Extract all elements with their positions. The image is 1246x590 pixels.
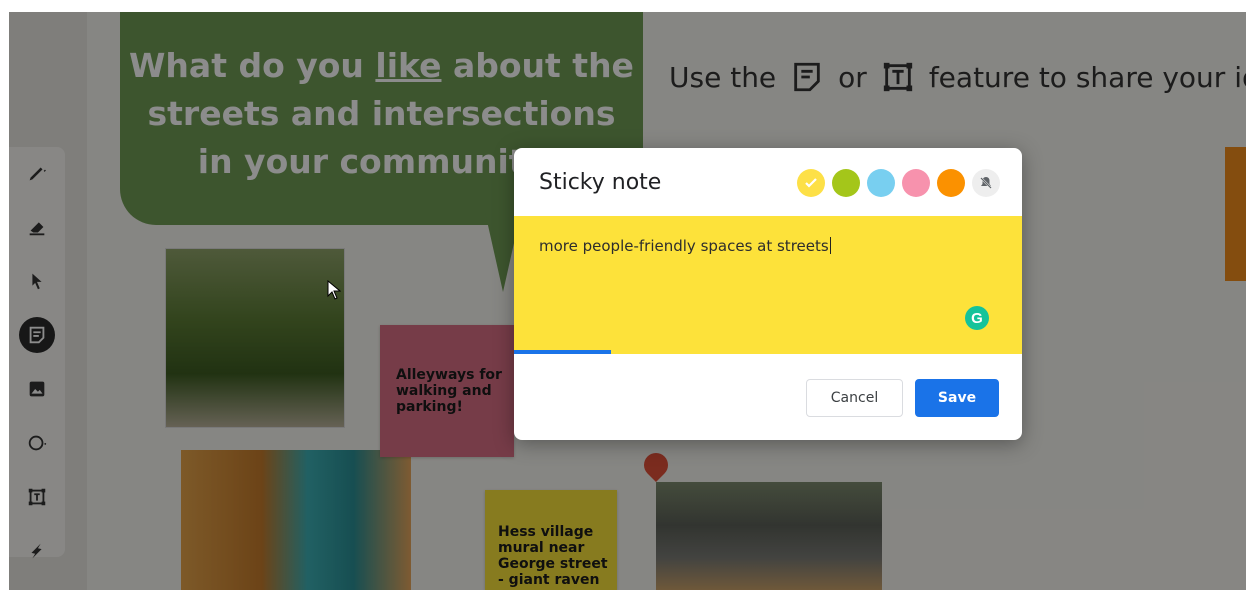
dialog-title: Sticky note bbox=[539, 170, 662, 195]
color-picker bbox=[797, 169, 1000, 197]
color-swatch-pink[interactable] bbox=[902, 169, 930, 197]
grammarly-icon[interactable]: G bbox=[965, 306, 989, 330]
color-swatch-orange[interactable] bbox=[937, 169, 965, 197]
jamboard-frame: What do you like about the streets and i… bbox=[9, 12, 1246, 590]
save-button[interactable]: Save bbox=[915, 379, 999, 417]
upload-progress-bar bbox=[514, 350, 611, 354]
color-swatch-blue[interactable] bbox=[867, 169, 895, 197]
mouse-cursor-icon bbox=[327, 280, 341, 300]
color-swatch-green[interactable] bbox=[832, 169, 860, 197]
sticky-note-dialog: Sticky note more people-friendly spaces … bbox=[514, 148, 1022, 440]
check-icon bbox=[805, 178, 817, 188]
audio-off-button[interactable] bbox=[972, 169, 1000, 197]
color-swatch-yellow[interactable] bbox=[797, 169, 825, 197]
note-text-input[interactable]: more people-friendly spaces at streets bbox=[539, 237, 831, 255]
note-text-area[interactable]: more people-friendly spaces at streets G bbox=[514, 216, 1022, 354]
bell-off-icon bbox=[980, 177, 992, 189]
cancel-button[interactable]: Cancel bbox=[806, 379, 903, 417]
